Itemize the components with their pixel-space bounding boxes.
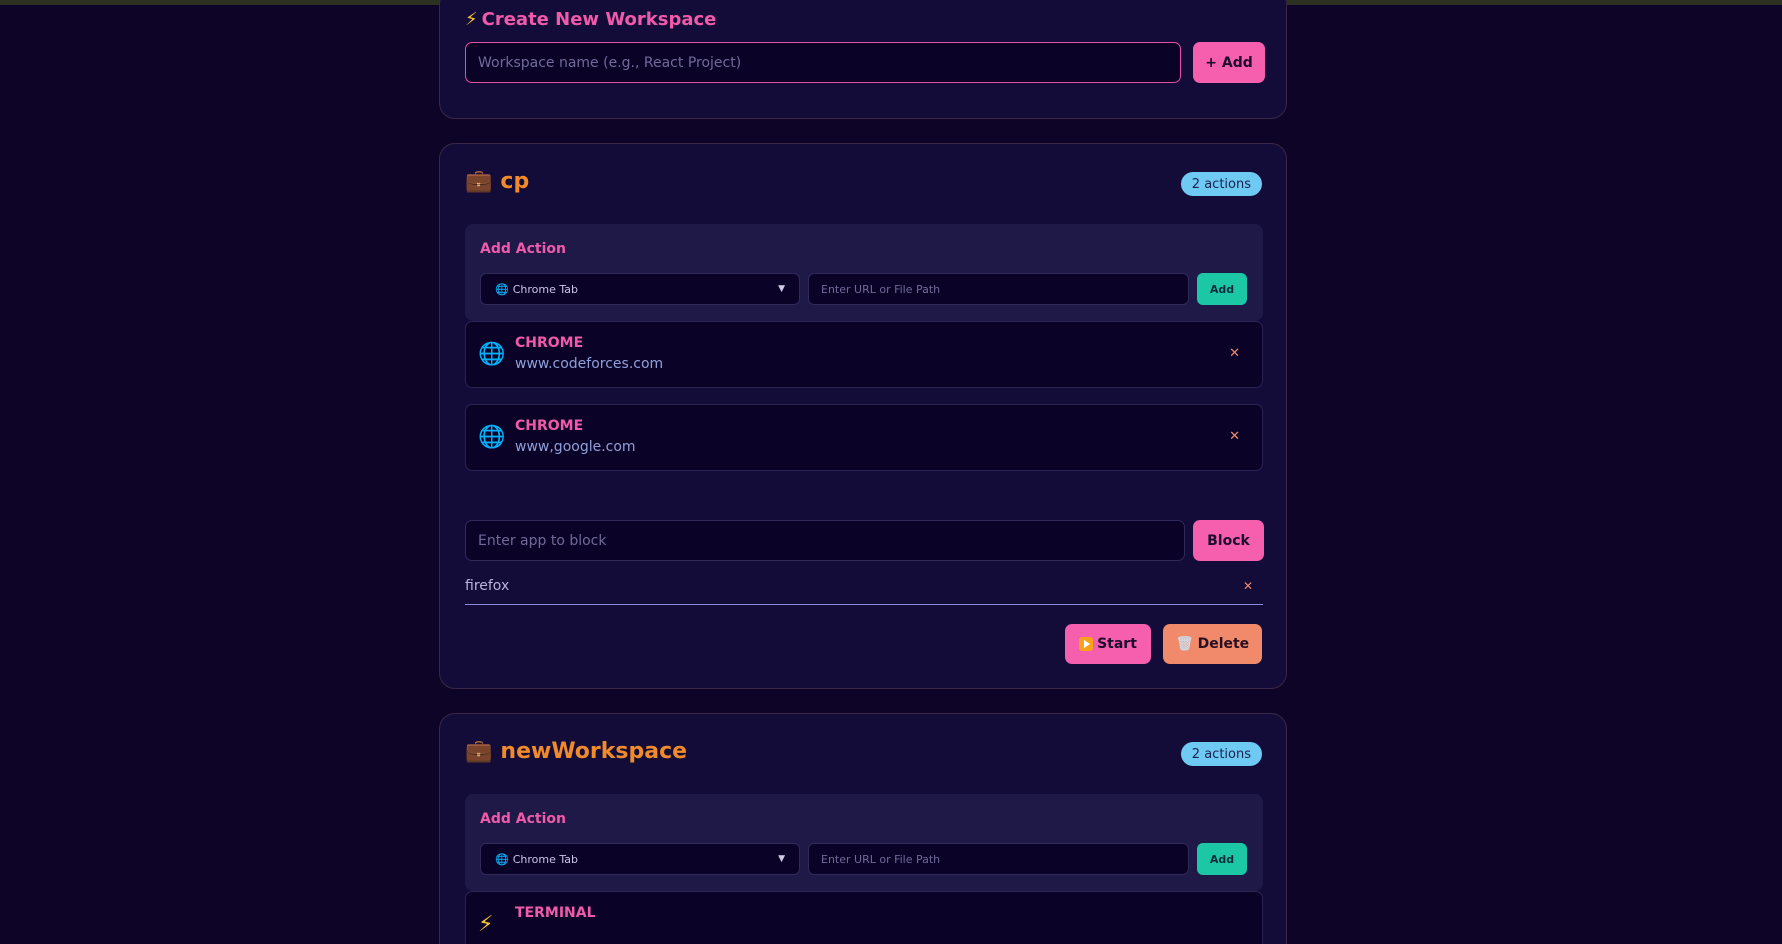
workspace-name: cp [500,169,530,194]
action-count-badge: 2 actions [1180,742,1262,766]
action-count-badge: 2 actions [1180,172,1262,196]
add-action-panel: Add Action 🌐 Chrome Tab ▼ Add [465,224,1263,321]
url-path-input[interactable] [808,273,1189,305]
briefcase-icon: 💼 [465,739,493,764]
remove-action-icon[interactable]: ✕ [1229,346,1240,361]
action-type-value: Chrome Tab [512,282,578,296]
add-action-button[interactable]: Add [1197,273,1247,305]
action-type-select[interactable]: 🌐 Chrome Tab ▼ [480,843,800,875]
blocked-app-name: firefox [465,578,510,594]
action-type: CHROME [515,418,584,434]
blocked-app-item: firefox ✕ [465,574,1263,605]
block-app-input[interactable] [465,520,1185,561]
workspace-card: 💼 newWorkspace 2 actions Add Action 🌐 Ch… [439,713,1287,944]
trash-icon: 🗑 [1175,636,1194,652]
action-item: 🌐 CHROME www,google.com ✕ [465,404,1263,471]
block-button[interactable]: Block [1193,520,1264,561]
start-button[interactable]: Start [1065,624,1151,664]
add-action-label: Add Action [480,241,566,257]
workspace-card: 💼 cp 2 actions Add Action 🌐 Chrome Tab ▼… [439,143,1287,689]
bolt-icon: ⚡ [465,9,478,30]
bolt-icon: ⚡ [478,912,494,937]
action-type: CHROME [515,335,584,351]
url-path-input[interactable] [808,843,1189,875]
remove-action-icon[interactable]: ✕ [1229,429,1240,444]
workspace-title: 💼 newWorkspace [465,739,687,764]
delete-label: Delete [1197,636,1250,652]
play-icon [1079,637,1094,651]
briefcase-icon: 💼 [465,169,493,194]
add-action-label: Add Action [480,811,566,827]
create-workspace-card: ⚡Create New Workspace + Add [439,0,1287,119]
globe-icon: 🌐 [478,342,506,367]
action-type: TERMINAL [515,905,596,921]
workspace-name-input[interactable] [465,42,1181,83]
globe-icon: 🌐 [495,282,509,296]
workspace-title: 💼 cp [465,169,529,194]
globe-icon: 🌐 [495,852,509,866]
action-value: www,google.com [515,439,636,455]
action-item: ⚡ TERMINAL [465,891,1263,944]
action-item: 🌐 CHROME www.codeforces.com ✕ [465,321,1263,388]
remove-blocked-icon[interactable]: ✕ [1243,579,1253,593]
add-action-panel: Add Action 🌐 Chrome Tab ▼ Add [465,794,1263,891]
create-workspace-title-text: Create New Workspace [481,9,717,30]
start-label: Start [1097,636,1137,652]
action-type-select[interactable]: 🌐 Chrome Tab ▼ [480,273,800,305]
main-column: ⚡Create New Workspace + Add 💼 cp 2 actio… [439,0,1287,944]
action-type-value: Chrome Tab [512,852,578,866]
chevron-down-icon: ▼ [778,854,785,864]
workspace-name: newWorkspace [500,739,688,764]
add-action-button[interactable]: Add [1197,843,1247,875]
chevron-down-icon: ▼ [778,284,785,294]
create-workspace-title: ⚡ Create New Workspace [465,9,716,30]
globe-icon: 🌐 [478,425,506,450]
action-value: www.codeforces.com [515,356,664,372]
delete-button[interactable]: 🗑 Delete [1163,624,1262,664]
add-workspace-button[interactable]: + Add [1193,42,1265,83]
